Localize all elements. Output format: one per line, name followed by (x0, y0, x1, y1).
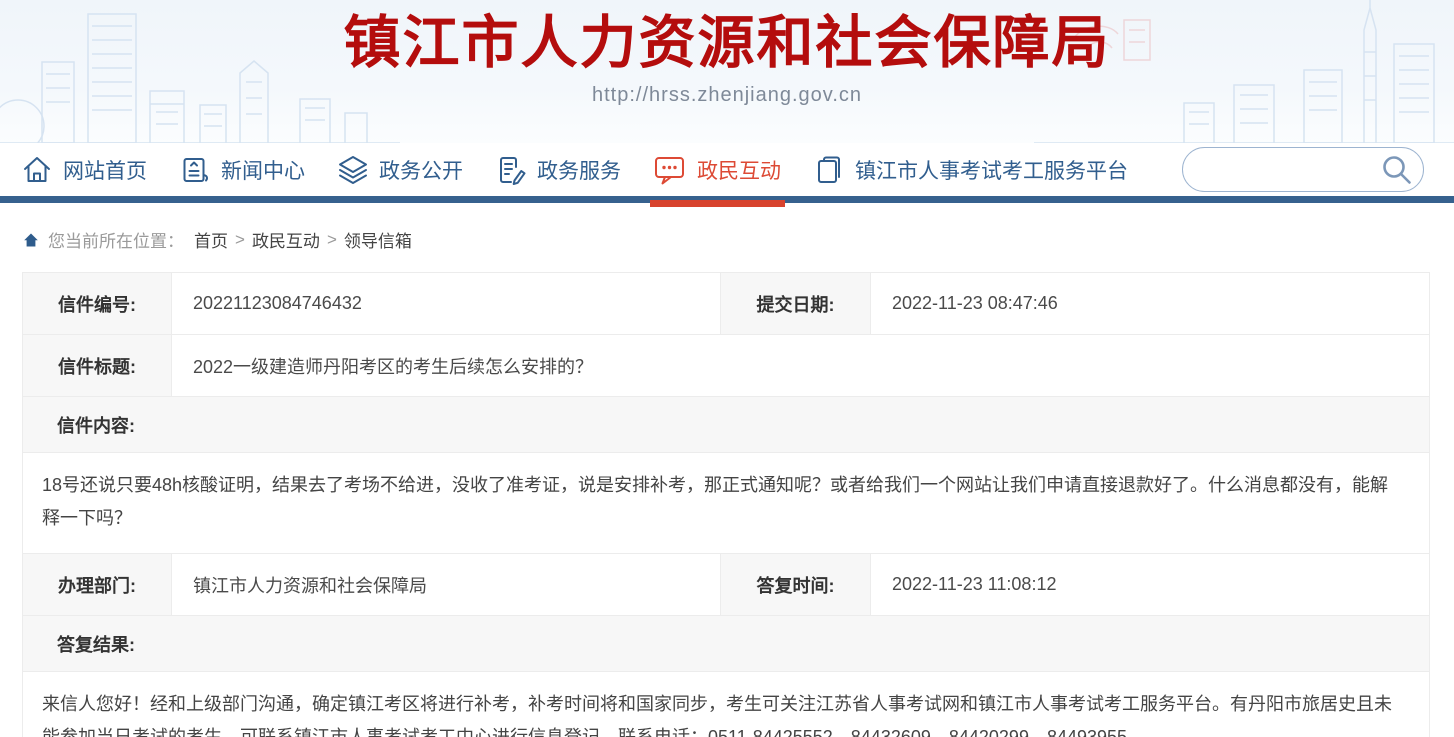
reply-result-value: 来信人您好！经和上级部门沟通，确定镇江考区将进行补考，补考时间将和国家同步，考生… (23, 672, 1430, 737)
table-row-reply-header: 答复结果: (23, 616, 1430, 672)
submit-date-label: 提交日期: (721, 273, 871, 335)
news-icon (180, 155, 210, 185)
breadcrumb-link-home[interactable]: 首页 (194, 227, 228, 252)
main-nav: 网站首页 新闻中心 政务公开 政务服务 (0, 143, 1454, 203)
reply-time-value: 2022-11-23 11:08:12 (871, 554, 1430, 616)
nav-item-label: 政务公开 (379, 155, 463, 185)
reply-result-label: 答复结果: (23, 616, 1430, 672)
breadcrumb-separator: > (235, 230, 245, 250)
department-value: 镇江市人力资源和社会保障局 (172, 554, 721, 616)
home-icon (24, 233, 38, 247)
nav-item-exam-platform[interactable]: 镇江市人事考试考工服务平台 (814, 140, 1128, 200)
nav-item-news[interactable]: 新闻中心 (180, 140, 305, 200)
letter-title-label: 信件标题: (23, 335, 172, 397)
reply-time-label: 答复时间: (721, 554, 871, 616)
nav-item-label: 镇江市人事考试考工服务平台 (855, 155, 1128, 185)
nav-item-disclosure[interactable]: 政务公开 (338, 140, 463, 200)
site-header: 镇江市人力资源和社会保障局 http://hrss.zhenjiang.gov.… (0, 0, 1454, 143)
nav-item-label: 政民互动 (697, 155, 781, 185)
letter-content-value: 18号还说只要48h核酸证明，结果去了考场不给进，没收了准考证，说是安排补考，那… (23, 453, 1430, 554)
site-title: 镇江市人力资源和社会保障局 (0, 0, 1454, 75)
nav-item-label: 政务服务 (537, 155, 621, 185)
doc-pen-icon (496, 155, 526, 185)
chat-icon (654, 155, 686, 185)
home-icon (22, 155, 52, 185)
letter-title-value: 2022一级建造师丹阳考区的考生后续怎么安排的？ (172, 335, 1430, 397)
table-row-dept-replytime: 办理部门: 镇江市人力资源和社会保障局 答复时间: 2022-11-23 11:… (23, 554, 1430, 616)
search-button[interactable] (1378, 152, 1414, 188)
nav-item-label: 网站首页 (63, 155, 147, 185)
letter-number-value: 20221123084746432 (172, 273, 721, 335)
breadcrumb-separator: > (327, 230, 337, 250)
breadcrumb: 您当前所在位置： 首页 > 政民互动 > 领导信箱 (0, 203, 1454, 272)
letter-content-label: 信件内容: (23, 397, 1430, 453)
table-row-content-header: 信件内容: (23, 397, 1430, 453)
table-row-content: 18号还说只要48h核酸证明，结果去了考场不给进，没收了准考证，说是安排补考，那… (23, 453, 1430, 554)
department-label: 办理部门: (23, 554, 172, 616)
table-row-number-date: 信件编号: 20221123084746432 提交日期: 2022-11-23… (23, 273, 1430, 335)
book-icon (814, 155, 844, 185)
breadcrumb-link-interaction[interactable]: 政民互动 (252, 227, 320, 252)
letter-detail-table: 信件编号: 20221123084746432 提交日期: 2022-11-23… (22, 272, 1430, 737)
site-url: http://hrss.zhenjiang.gov.cn (0, 84, 1454, 107)
table-row-title: 信件标题: 2022一级建造师丹阳考区的考生后续怎么安排的？ (23, 335, 1430, 397)
nav-item-services[interactable]: 政务服务 (496, 140, 621, 200)
breadcrumb-link-mailbox[interactable]: 领导信箱 (344, 227, 412, 252)
nav-item-home[interactable]: 网站首页 (22, 140, 147, 200)
layers-icon (338, 155, 368, 185)
submit-date-value: 2022-11-23 08:47:46 (871, 273, 1430, 335)
site-search (1182, 147, 1424, 192)
letter-number-label: 信件编号: (23, 273, 172, 335)
search-icon (1379, 174, 1413, 189)
breadcrumb-prefix: 您当前所在位置： (48, 227, 184, 252)
nav-item-interaction[interactable]: 政民互动 (654, 140, 781, 200)
table-row-reply: 来信人您好！经和上级部门沟通，确定镇江考区将进行补考，补考时间将和国家同步，考生… (23, 672, 1430, 737)
nav-item-label: 新闻中心 (221, 155, 305, 185)
